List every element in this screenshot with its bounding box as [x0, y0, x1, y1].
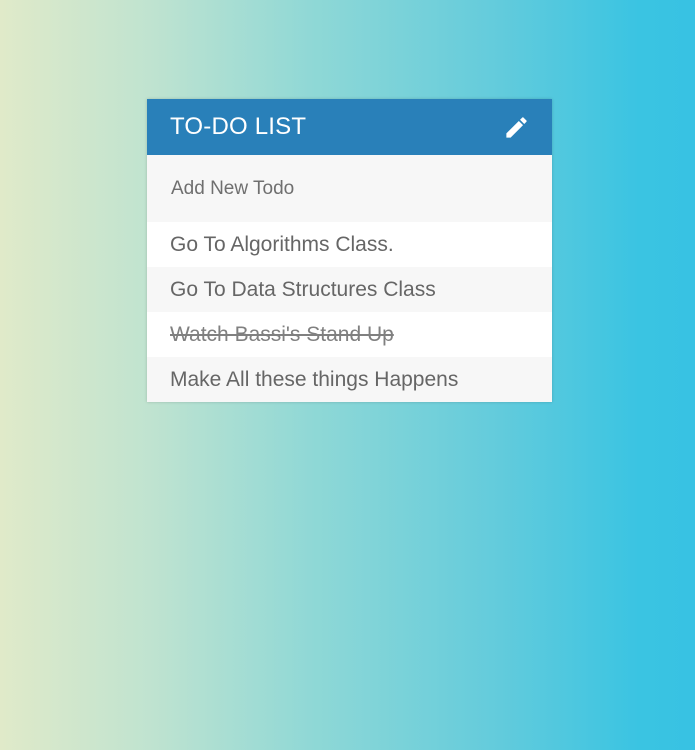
new-todo-input[interactable] — [147, 155, 552, 222]
todo-header: TO-DO LIST — [147, 99, 552, 155]
todo-item[interactable]: Make All these things Happens — [147, 357, 552, 402]
pencil-icon[interactable] — [502, 113, 530, 141]
todo-item-text: Make All these things Happens — [170, 367, 459, 391]
todo-item-text: Watch Bassi's Stand Up — [170, 322, 394, 346]
todo-item[interactable]: Go To Algorithms Class. — [147, 222, 552, 267]
todo-item[interactable]: Watch Bassi's Stand Up — [147, 312, 552, 357]
todo-item[interactable]: Go To Data Structures Class — [147, 267, 552, 312]
todo-list: Go To Algorithms Class. Go To Data Struc… — [147, 222, 552, 402]
todo-item-text: Go To Algorithms Class. — [170, 232, 394, 256]
page-title: TO-DO LIST — [170, 113, 307, 140]
todo-item-text: Go To Data Structures Class — [170, 277, 436, 301]
new-todo-field-wrapper — [147, 155, 552, 222]
todo-card: TO-DO LIST Go To Algorithms Class. Go To… — [147, 99, 552, 402]
